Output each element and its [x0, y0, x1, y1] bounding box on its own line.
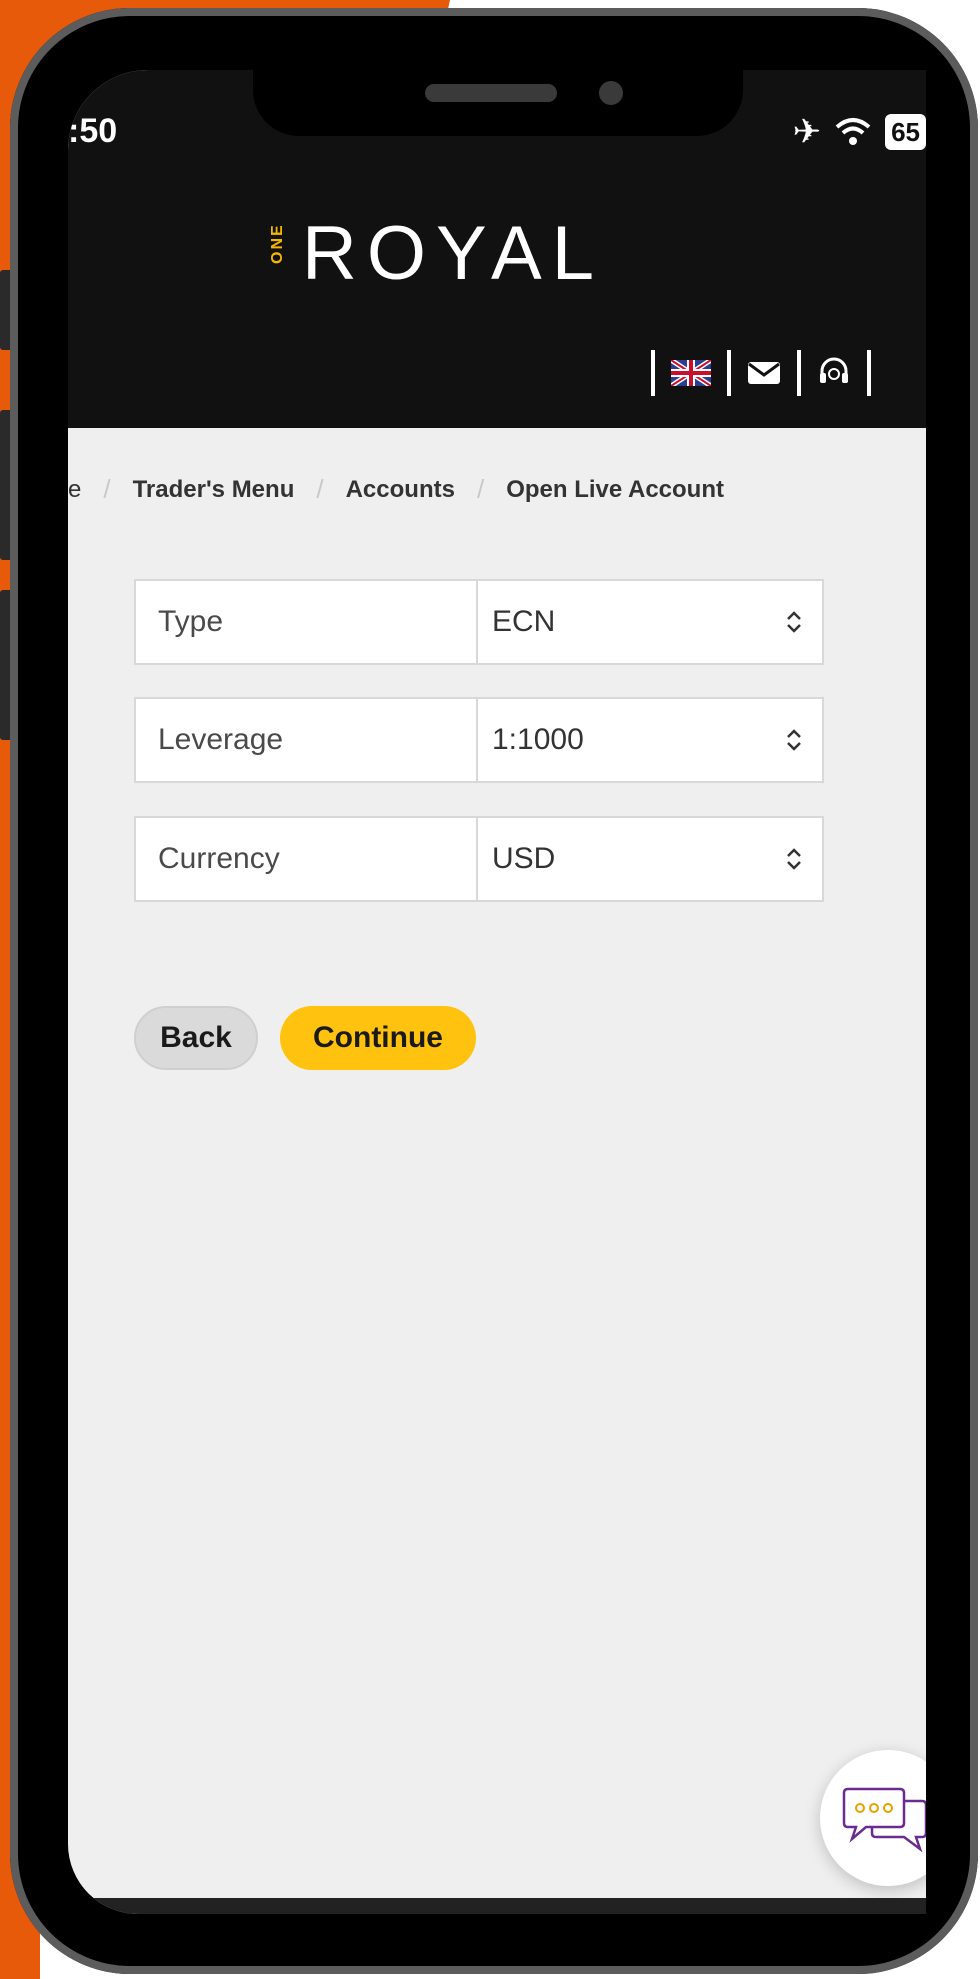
oneroyal-logo[interactable]: ONE ROYAL	[268, 210, 604, 297]
bottom-bar	[68, 1898, 926, 1914]
battery-icon: 65	[885, 114, 926, 150]
breadcrumb: e / Trader's Menu / Accounts / Open Live…	[68, 474, 724, 505]
currency-select[interactable]: USD	[478, 818, 822, 900]
updown-chevron-icon	[787, 729, 801, 751]
continue-button[interactable]: Continue	[280, 1006, 476, 1070]
breadcrumb-traders-menu[interactable]: Trader's Menu	[133, 476, 295, 504]
type-select-value: ECN	[492, 605, 556, 638]
divider	[867, 350, 871, 396]
divider	[651, 350, 655, 396]
logo-one-text: ONE	[269, 222, 286, 264]
type-select[interactable]: ECN	[478, 581, 822, 663]
updown-chevron-icon	[787, 848, 801, 870]
logo-royal-text: ROYAL	[302, 211, 605, 296]
form-row-leverage: Leverage 1:1000	[134, 697, 824, 783]
support-headset-icon[interactable]	[817, 356, 851, 390]
type-label: Type	[136, 581, 478, 663]
breadcrumb-open-live-account: Open Live Account	[506, 475, 724, 503]
header-icon-row	[635, 348, 887, 398]
divider	[727, 350, 731, 396]
breadcrumb-accounts[interactable]: Accounts	[346, 476, 455, 504]
phone-speaker	[425, 84, 557, 102]
wifi-icon	[835, 118, 871, 145]
breadcrumb-home[interactable]: e	[68, 476, 81, 504]
back-button[interactable]: Back	[134, 1006, 258, 1070]
airplane-icon: ✈	[792, 113, 822, 151]
phone-camera	[599, 81, 623, 105]
updown-chevron-icon	[787, 611, 801, 633]
form-row-type: Type ECN	[134, 579, 824, 665]
leverage-select-value: 1:1000	[492, 723, 584, 756]
leverage-label: Leverage	[136, 699, 478, 781]
currency-label: Currency	[136, 818, 478, 900]
form-row-currency: Currency USD	[134, 816, 824, 902]
chat-bubble-icon	[842, 1787, 926, 1853]
breadcrumb-separator: /	[316, 474, 324, 504]
phone-notch	[253, 70, 743, 136]
mail-icon[interactable]	[747, 361, 781, 385]
uk-flag-icon[interactable]	[671, 360, 711, 386]
currency-select-value: USD	[492, 842, 556, 875]
chat-button[interactable]	[820, 1750, 926, 1886]
breadcrumb-separator: /	[103, 474, 111, 504]
divider	[797, 350, 801, 396]
breadcrumb-separator: /	[476, 474, 485, 504]
status-icons: ✈ 65	[793, 112, 926, 152]
leverage-select[interactable]: 1:1000	[478, 699, 822, 781]
phone-screen: :50 ✈ 65 ONE ROYAL e / Trader's Menu / A…	[68, 70, 926, 1914]
status-time: :50	[68, 112, 118, 150]
